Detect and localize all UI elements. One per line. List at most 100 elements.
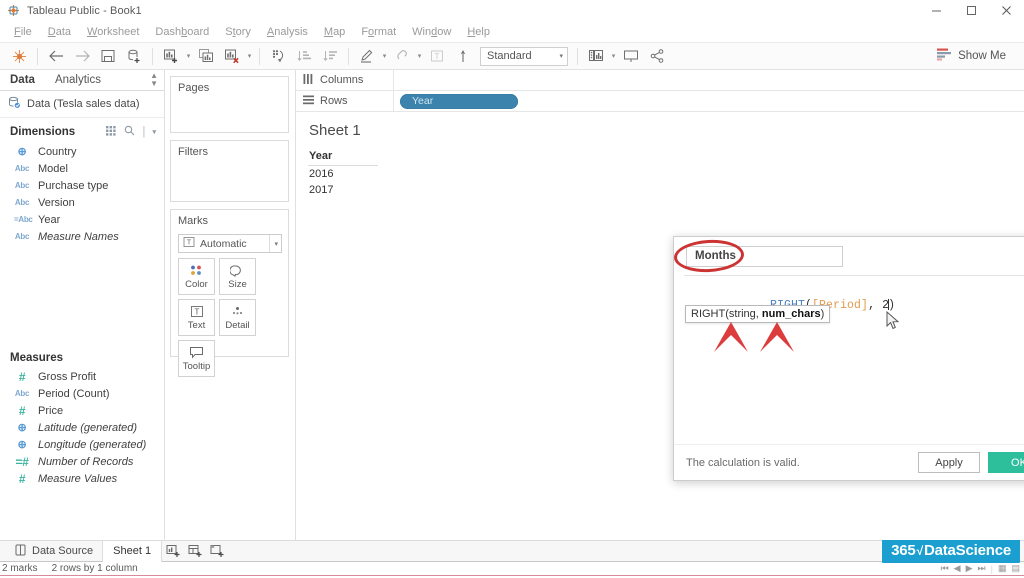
forward-arrow-icon[interactable] (69, 44, 95, 68)
dimension-measure-names[interactable]: Abc Measure Names (0, 228, 164, 245)
menu-item-map[interactable]: Map (316, 22, 353, 42)
new-worksheet-icon[interactable] (158, 44, 184, 68)
highlight-icon[interactable] (354, 44, 380, 68)
viz-row-cell[interactable]: 2017 (308, 182, 378, 198)
prev-page-icon[interactable]: ◀ (954, 563, 961, 574)
viz-row-cell[interactable]: 2016 (308, 166, 378, 182)
logo-root-icon: √ (916, 543, 924, 558)
tab-data[interactable]: Data (0, 70, 45, 91)
measure-longitude-generated[interactable]: ⊕ Longitude (generated) (0, 436, 164, 453)
field-label: Measure Values (38, 472, 118, 485)
menu-item-worksheet[interactable]: Worksheet (79, 22, 147, 42)
show-mark-labels-icon[interactable]: T (424, 44, 450, 68)
back-arrow-icon[interactable] (43, 44, 69, 68)
calculation-name-field[interactable]: Months (686, 245, 843, 267)
new-worksheet-dropdown-icon[interactable]: ▾ (184, 44, 193, 68)
share-icon[interactable] (644, 44, 670, 68)
marks-size-button[interactable]: Size (219, 258, 256, 295)
new-story-tab-icon[interactable] (206, 541, 228, 562)
show-cards-dropdown-icon[interactable]: ▾ (609, 44, 618, 68)
tableau-home-icon[interactable] (6, 44, 32, 68)
swap-rows-columns-icon[interactable] (265, 44, 291, 68)
first-page-icon[interactable]: ⏮ (941, 563, 949, 574)
field-label: Price (38, 404, 64, 417)
group-dropdown-icon[interactable]: ▾ (415, 44, 424, 68)
columns-shelf[interactable]: Columns (296, 69, 1024, 91)
globe-icon: ⊕ (17, 422, 27, 434)
presentation-mode-icon[interactable] (618, 44, 644, 68)
close-button[interactable] (989, 0, 1024, 22)
menu-item-dashboard[interactable]: Dashboard (147, 22, 217, 42)
show-me-button[interactable]: Show Me (937, 48, 1018, 64)
menu-item-analysis[interactable]: Analysis (259, 22, 316, 42)
pill-year[interactable]: Year (400, 93, 518, 109)
search-icon[interactable] (124, 125, 135, 139)
sheet-tab[interactable]: Sheet 1 (102, 540, 163, 562)
menu-item-story[interactable]: Story (217, 22, 259, 42)
duplicate-sheet-icon[interactable] (193, 44, 219, 68)
marks-color-button[interactable]: Color (178, 258, 215, 295)
globe-icon: ⊕ (17, 146, 27, 158)
list-icon[interactable]: ▤ (1011, 563, 1020, 574)
clear-sheet-dropdown-icon[interactable]: ▾ (245, 44, 254, 68)
menu-item-window[interactable]: Window (404, 22, 459, 42)
marks-type-select[interactable]: T Automatic ▾ (178, 234, 282, 253)
new-dashboard-tab-icon[interactable] (184, 541, 206, 562)
filters-card[interactable]: Filters (170, 140, 289, 202)
measure-number-of-records[interactable]: =# Number of Records (0, 453, 164, 470)
grid-icon[interactable]: ▦ (998, 563, 1007, 574)
next-page-icon[interactable]: ▶ (966, 563, 973, 574)
menu-item-data[interactable]: Data (40, 22, 79, 42)
sort-ascending-icon[interactable] (291, 44, 317, 68)
new-data-source-icon[interactable] (121, 44, 147, 68)
last-page-icon[interactable]: ⏭ (978, 563, 986, 574)
apply-button[interactable]: Apply (918, 452, 980, 473)
show-cards-icon[interactable] (583, 44, 609, 68)
pages-label: Pages (178, 82, 210, 94)
measure-period-count[interactable]: Abc Period (Count) (0, 385, 164, 402)
marks-detail-button[interactable]: Detail (219, 299, 256, 336)
fit-select[interactable]: Standard ▾ (480, 46, 568, 66)
abc-icon: Abc (14, 164, 30, 173)
fix-axes-icon[interactable] (450, 44, 476, 68)
measure-latitude-generated[interactable]: ⊕ Latitude (generated) (0, 419, 164, 436)
measure-measure-values[interactable]: # Measure Values (0, 470, 164, 487)
show-me-label: Show Me (958, 50, 1006, 62)
menu-item-help[interactable]: Help (459, 22, 498, 42)
pane-resize-handle[interactable]: ▲ ▼ (150, 72, 164, 88)
new-worksheet-tab-icon[interactable] (162, 541, 184, 562)
sort-descending-icon[interactable] (317, 44, 343, 68)
group-members-icon[interactable] (389, 44, 415, 68)
dimension-model[interactable]: Abc Model (0, 160, 164, 177)
rows-shelf[interactable]: Rows Year (296, 90, 1024, 112)
measures-header: Measures (0, 345, 164, 368)
columns-drop-zone[interactable] (394, 70, 1024, 91)
measure-gross-profit[interactable]: # Gross Profit (0, 368, 164, 385)
menu-item-file[interactable]: File (6, 22, 40, 42)
dimension-version[interactable]: Abc Version (0, 194, 164, 211)
ok-button[interactable]: OK (988, 452, 1024, 473)
minimize-button[interactable] (919, 0, 954, 22)
save-icon[interactable] (95, 44, 121, 68)
field-label: Country (38, 145, 77, 158)
rows-drop-zone[interactable]: Year (394, 91, 1024, 112)
grid-view-icon[interactable] (106, 125, 117, 139)
marks-text-button[interactable]: T Text (178, 299, 215, 336)
pages-card[interactable]: Pages (170, 76, 289, 133)
maximize-button[interactable] (954, 0, 989, 22)
data-source-label: Data (Tesla sales data) (27, 98, 140, 110)
chevron-down-icon[interactable]: ▾ (152, 128, 156, 136)
data-source-tab[interactable]: Data Source (6, 541, 102, 562)
tab-analytics[interactable]: Analytics (45, 70, 111, 91)
menu-item-format[interactable]: Format (353, 22, 404, 42)
clear-sheet-icon[interactable] (219, 44, 245, 68)
dimension-country[interactable]: ⊕ Country (0, 143, 164, 160)
dimension-purchase-type[interactable]: Abc Purchase type (0, 177, 164, 194)
dimension-year[interactable]: =Abc Year (0, 211, 164, 228)
data-source-item[interactable]: Data (Tesla sales data) (0, 91, 164, 118)
highlight-dropdown-icon[interactable]: ▾ (380, 44, 389, 68)
marks-tooltip-button[interactable]: Tooltip (178, 340, 215, 377)
formula-editor[interactable]: RIGHT([Period], 2) RIGHT(string, num_cha… (674, 276, 1024, 444)
measure-price[interactable]: # Price (0, 402, 164, 419)
calc-dialog-footer: The calculation is valid. Apply OK (674, 444, 1024, 480)
